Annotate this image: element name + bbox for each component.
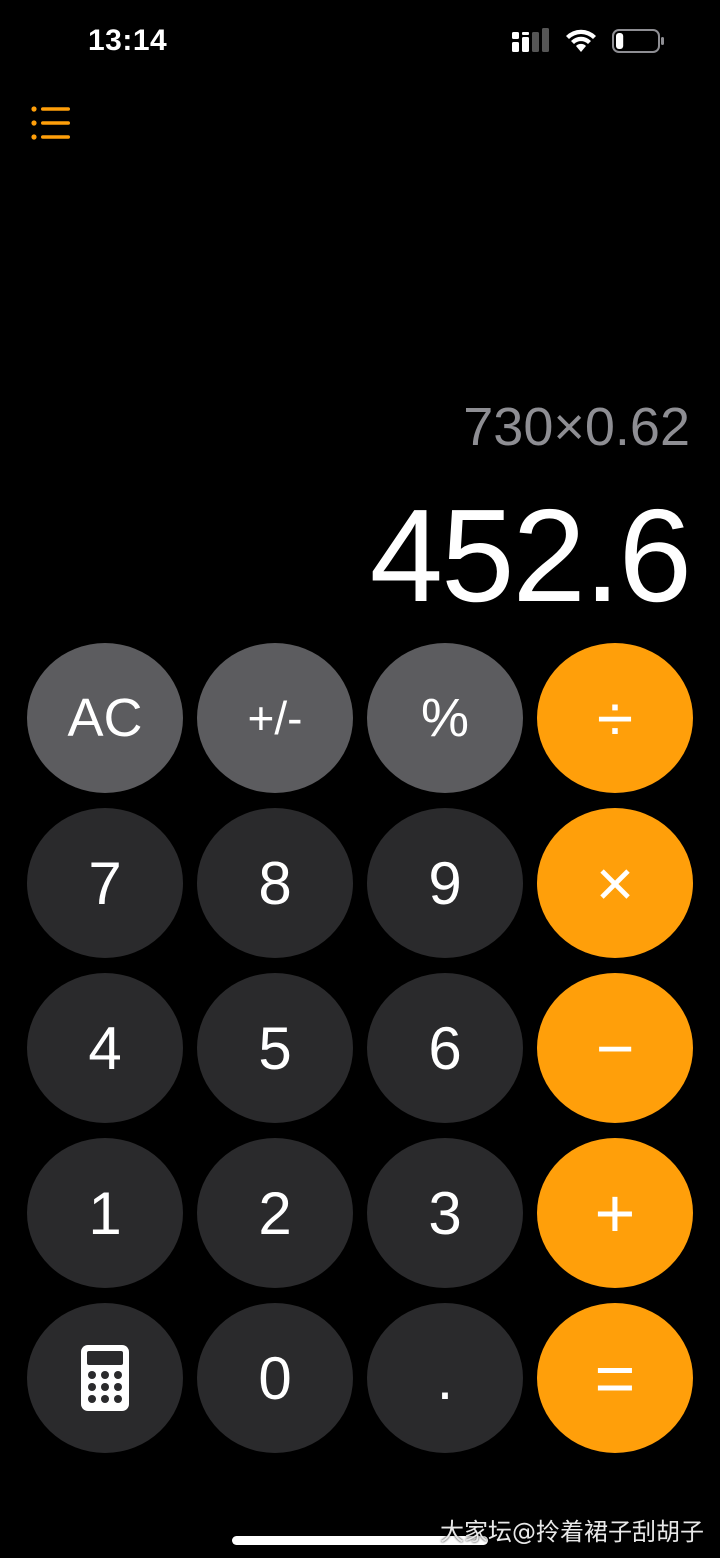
watermark: 大家坛@拎着裙子刮胡子 (440, 1518, 704, 1546)
add-label: + (594, 1174, 636, 1252)
digit-9-label: 9 (428, 849, 462, 917)
digit-6-label: 6 (428, 1014, 462, 1082)
digit-7-button[interactable]: 7 (27, 808, 183, 958)
subtract-button[interactable]: − (537, 973, 693, 1123)
status-icons (512, 27, 666, 59)
digit-8-button[interactable]: 8 (197, 808, 353, 958)
divide-label: ÷ (596, 681, 634, 755)
list-icon[interactable] (30, 104, 74, 142)
divide-button[interactable]: ÷ (537, 643, 693, 793)
digit-1-button[interactable]: 1 (27, 1138, 183, 1288)
decimal-label: . (436, 1344, 454, 1412)
digit-8-label: 8 (258, 849, 292, 917)
equals-label: = (594, 1339, 636, 1417)
digit-9-button[interactable]: 9 (367, 808, 523, 958)
battery-icon (612, 28, 666, 59)
clear-button[interactable]: AC (27, 643, 183, 793)
digit-0-button[interactable]: 0 (197, 1303, 353, 1453)
status-bar: 13:14 (0, 0, 720, 90)
result-display: 452.6 (369, 482, 692, 629)
digit-3-label: 3 (428, 1179, 462, 1247)
calculator-mode-button[interactable] (27, 1303, 183, 1453)
digit-2-button[interactable]: 2 (197, 1138, 353, 1288)
digit-5-label: 5 (258, 1014, 292, 1082)
digit-1-label: 1 (88, 1179, 122, 1247)
calculator-icon (81, 1345, 129, 1411)
digit-2-label: 2 (258, 1179, 292, 1247)
add-button[interactable]: + (537, 1138, 693, 1288)
subtract-label: − (595, 1011, 635, 1085)
decimal-button[interactable]: . (367, 1303, 523, 1453)
percent-label: % (420, 688, 469, 748)
wifi-icon (564, 28, 598, 59)
digit-4-button[interactable]: 4 (27, 973, 183, 1123)
multiply-label: × (595, 846, 635, 920)
digit-7-label: 7 (88, 849, 122, 917)
status-time: 13:14 (88, 24, 168, 57)
percent-button[interactable]: % (367, 643, 523, 793)
plus-minus-button[interactable]: +/- (197, 643, 353, 793)
digit-3-button[interactable]: 3 (367, 1138, 523, 1288)
digit-6-button[interactable]: 6 (367, 973, 523, 1123)
multiply-button[interactable]: × (537, 808, 693, 958)
clear-label: AC (67, 688, 143, 748)
expression-display: 730×0.62 (463, 397, 690, 457)
digit-0-label: 0 (258, 1344, 292, 1412)
digit-5-button[interactable]: 5 (197, 973, 353, 1123)
plus-minus-label: +/- (247, 692, 303, 744)
keypad: AC +/- % ÷ 7 8 9 × 4 5 6 − 1 2 3 + 0 . = (27, 643, 693, 1453)
digit-4-label: 4 (88, 1014, 122, 1082)
equals-button[interactable]: = (537, 1303, 693, 1453)
cellular-signal-icon (512, 27, 550, 59)
